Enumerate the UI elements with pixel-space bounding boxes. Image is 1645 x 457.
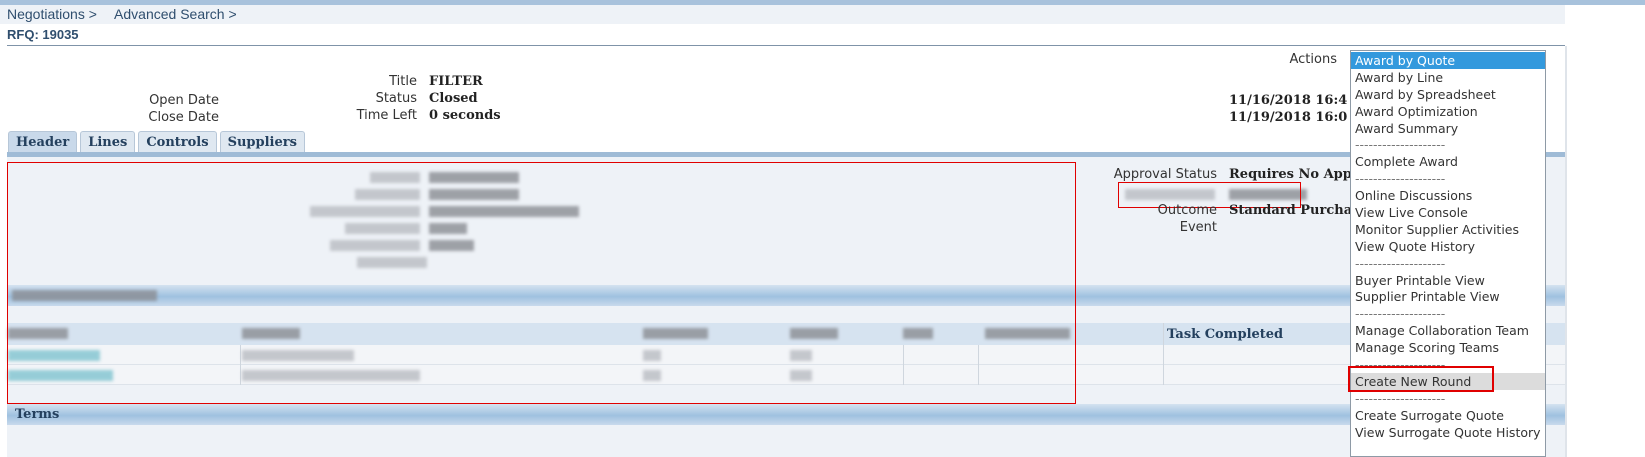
option-monitor-supplier-activities[interactable]: Monitor Supplier Activities	[1351, 221, 1545, 238]
option-manage-collaboration-team[interactable]: Manage Collaboration Team	[1351, 322, 1545, 339]
option-view-live-console[interactable]: View Live Console	[1351, 204, 1545, 221]
option-complete-award[interactable]: Complete Award	[1351, 153, 1545, 170]
event-label: Event	[1179, 220, 1217, 235]
close-date-label: Close Date	[148, 110, 219, 125]
tab-controls[interactable]: Controls	[138, 131, 217, 153]
breadcrumb: Negotiations > Advanced Search >	[0, 5, 1565, 24]
tab-lines[interactable]: Lines	[80, 131, 136, 153]
task-completed-header: Task Completed	[1167, 327, 1284, 342]
option-award-summary[interactable]: Award Summary	[1351, 120, 1545, 137]
tab-suppliers[interactable]: Suppliers	[219, 131, 305, 153]
option-award-by-quote[interactable]: Award by Quote	[1351, 52, 1545, 69]
option-manage-scoring-teams[interactable]: Manage Scoring Teams	[1351, 339, 1545, 356]
tab-header[interactable]: Header	[8, 131, 78, 153]
title-label: Title	[389, 74, 417, 89]
option-award-optimization[interactable]: Award Optimization	[1351, 103, 1545, 120]
time-left-label: Time Left	[356, 108, 417, 123]
actions-label: Actions	[1289, 52, 1338, 67]
outcome-value: Standard Purchas	[1229, 203, 1360, 218]
approval-status-value: Requires No Appr	[1229, 167, 1359, 182]
option-separator: --------------------	[1355, 306, 1446, 322]
status-value: Closed	[429, 91, 478, 106]
status-label: Status	[375, 91, 417, 106]
title-divider	[7, 45, 1565, 46]
option-view-quote-history[interactable]: View Quote History	[1351, 238, 1545, 255]
option-award-by-line[interactable]: Award by Line	[1351, 69, 1545, 86]
terms-section-header: Terms	[7, 404, 1565, 425]
close-date-value: 11/19/2018 16:0	[1229, 110, 1348, 125]
option-buyer-printable-view[interactable]: Buyer Printable View	[1351, 272, 1545, 289]
page-title: RFQ: 19035	[7, 27, 79, 42]
option-separator: --------------------	[1355, 390, 1446, 406]
annotation-box	[7, 162, 1076, 404]
option-separator: --------------------	[1355, 255, 1446, 271]
column-divider	[1163, 323, 1164, 385]
outcome-label: Outcome	[1157, 203, 1217, 218]
time-left-value: 0 seconds	[429, 108, 501, 123]
option-view-surrogate-quote-history[interactable]: View Surrogate Quote History	[1351, 424, 1545, 441]
breadcrumb-advanced-search[interactable]: Advanced Search >	[114, 6, 237, 22]
breadcrumb-negotiations[interactable]: Negotiations >	[7, 6, 97, 22]
option-separator: --------------------	[1355, 171, 1446, 187]
option-supplier-printable-view[interactable]: Supplier Printable View	[1351, 288, 1545, 305]
option-award-by-spreadsheet[interactable]: Award by Spreadsheet	[1351, 86, 1545, 103]
page-scrollbar[interactable]	[1565, 46, 1567, 457]
actions-dropdown[interactable]: Award by Quote Award by Line Award by Spre…	[1350, 50, 1546, 457]
option-separator: --------------------	[1355, 137, 1446, 153]
tab-bar: Header Lines Controls Suppliers	[8, 131, 305, 153]
option-create-surrogate-quote[interactable]: Create Surrogate Quote	[1351, 407, 1545, 424]
create-new-round-highlight-box	[1348, 366, 1494, 392]
open-date-value: 11/16/2018 16:4	[1229, 93, 1348, 108]
approval-status-label: Approval Status	[1113, 167, 1217, 182]
open-date-label: Open Date	[149, 93, 219, 108]
title-value: FILTER	[429, 74, 483, 89]
option-online-discussions[interactable]: Online Discussions	[1351, 187, 1545, 204]
